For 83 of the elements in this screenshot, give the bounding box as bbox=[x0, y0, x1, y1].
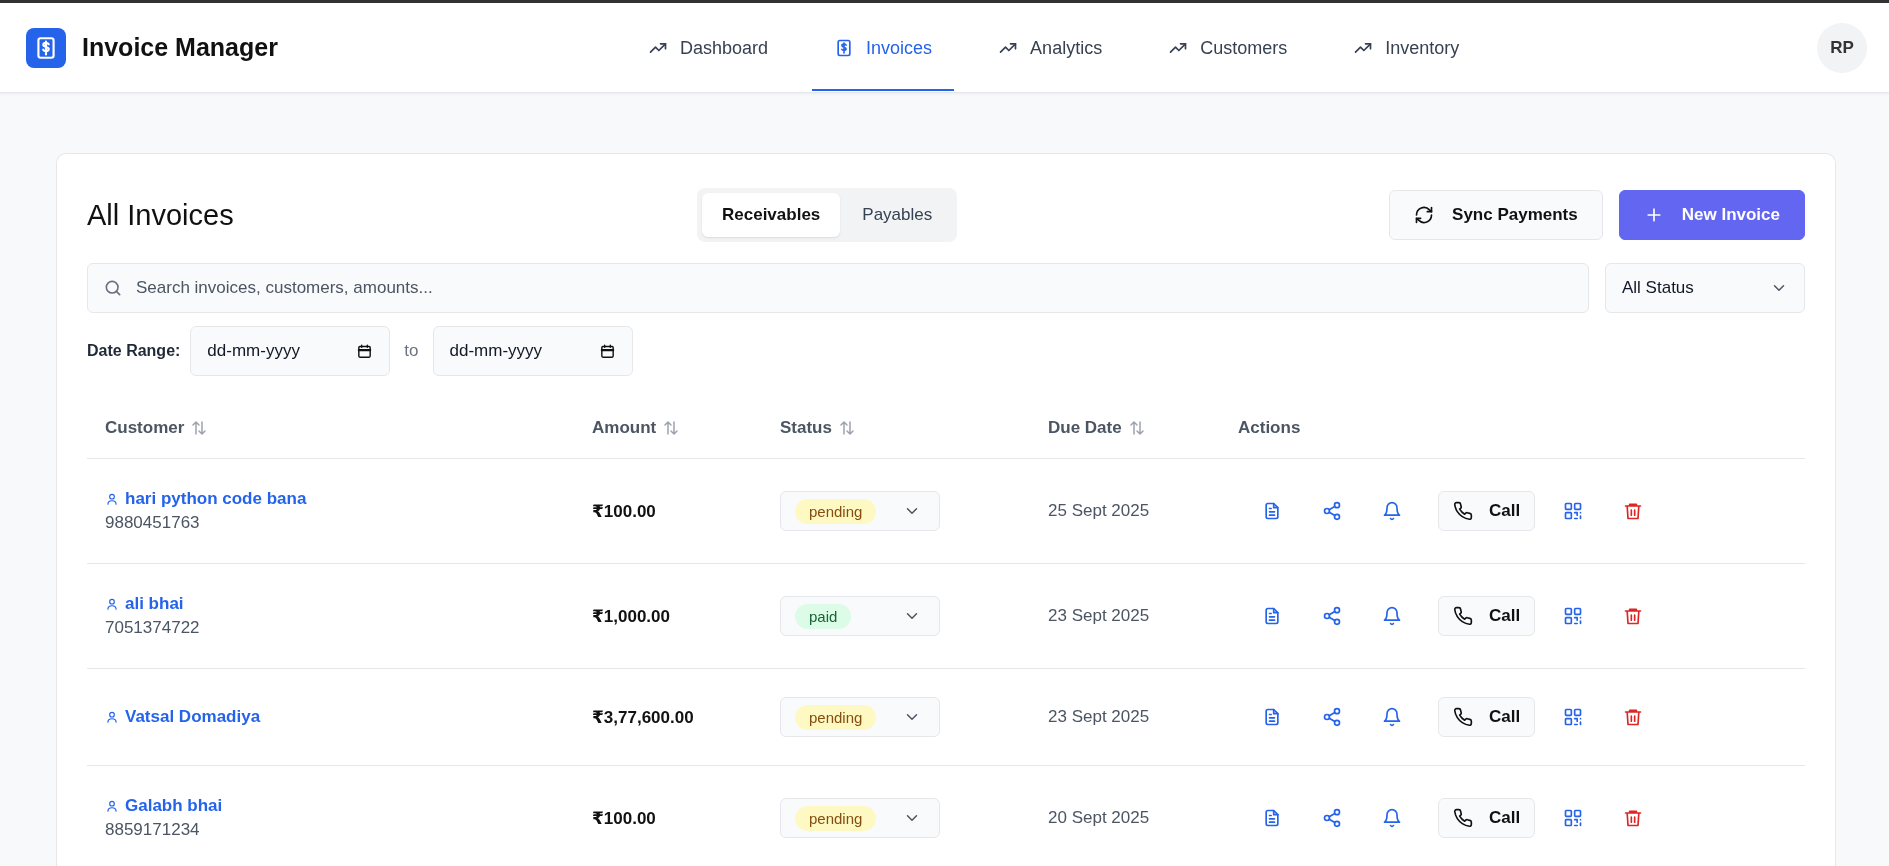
qr-code-icon[interactable] bbox=[1563, 707, 1584, 727]
document-icon[interactable] bbox=[1262, 606, 1282, 626]
call-button[interactable]: Call bbox=[1438, 798, 1536, 838]
search-field[interactable]: Search invoices, customers, amounts... bbox=[87, 263, 1589, 313]
due-date: 20 Sept 2025 bbox=[1048, 808, 1150, 827]
amount: ₹1,000.00 bbox=[592, 606, 670, 626]
due-date: 25 Sept 2025 bbox=[1048, 501, 1150, 520]
amount: ₹3,77,600.00 bbox=[592, 707, 694, 727]
column-header: Customer bbox=[105, 418, 185, 438]
status-badge: pending bbox=[795, 498, 877, 524]
qr-code-icon[interactable] bbox=[1563, 606, 1584, 626]
user-icon bbox=[105, 597, 119, 611]
call-button[interactable]: Call bbox=[1438, 697, 1536, 737]
sync-payments-button[interactable]: Sync Payments bbox=[1389, 190, 1603, 240]
column-header: Status bbox=[780, 418, 832, 438]
customer-link[interactable]: Galabh bhai bbox=[105, 794, 223, 818]
new-invoice-button[interactable]: New Invoice bbox=[1618, 190, 1805, 240]
share-icon[interactable] bbox=[1322, 501, 1342, 521]
user-icon bbox=[105, 492, 119, 506]
app-title: Invoice Manager bbox=[82, 33, 278, 62]
share-icon[interactable] bbox=[1322, 606, 1342, 626]
logo-icon bbox=[26, 27, 66, 68]
bell-icon[interactable] bbox=[1382, 606, 1402, 626]
user-icon bbox=[105, 799, 119, 813]
customer-link[interactable]: Vatsal Domadiya bbox=[105, 705, 261, 729]
amount: ₹100.00 bbox=[592, 808, 656, 828]
date-field[interactable]: dd-mm-yyyy bbox=[190, 326, 391, 376]
phone-icon bbox=[1453, 707, 1473, 727]
status-badge: pending bbox=[795, 704, 877, 730]
status-dropdown[interactable]: pending bbox=[780, 697, 940, 737]
column-header: Actions bbox=[1238, 418, 1301, 438]
trash-icon[interactable] bbox=[1623, 707, 1644, 727]
bell-icon[interactable] bbox=[1382, 501, 1402, 521]
amount: ₹100.00 bbox=[592, 501, 656, 521]
user-icon bbox=[105, 710, 119, 724]
date-separator: to bbox=[403, 341, 420, 361]
phone-icon bbox=[1453, 501, 1473, 521]
page-title: All Invoices bbox=[87, 198, 235, 232]
document-icon[interactable] bbox=[1262, 501, 1282, 521]
status-filter-dropdown[interactable]: All Status bbox=[1605, 263, 1805, 313]
phone-number: 9880451763 bbox=[105, 512, 201, 534]
document-icon[interactable] bbox=[1262, 808, 1282, 828]
calendar-icon bbox=[356, 342, 374, 360]
nav-tab[interactable]: Dashboard bbox=[626, 7, 791, 91]
document-icon[interactable] bbox=[1262, 707, 1282, 727]
qr-code-icon[interactable] bbox=[1563, 808, 1584, 828]
nav-tab[interactable]: Inventory bbox=[1331, 7, 1482, 91]
status-badge: paid bbox=[795, 603, 852, 629]
call-button[interactable]: Call bbox=[1438, 491, 1536, 531]
nav-tab[interactable]: Customers bbox=[1146, 7, 1310, 91]
qr-code-icon[interactable] bbox=[1563, 501, 1584, 521]
trash-icon[interactable] bbox=[1623, 606, 1644, 626]
column-header: Amount bbox=[592, 418, 657, 438]
nav-tab[interactable]: Invoices bbox=[812, 7, 955, 91]
refresh-icon bbox=[1414, 205, 1435, 225]
share-icon[interactable] bbox=[1322, 707, 1342, 727]
date-field[interactable]: dd-mm-yyyy bbox=[432, 326, 633, 376]
search-icon bbox=[103, 278, 123, 298]
due-date: 23 Sept 2025 bbox=[1048, 707, 1150, 726]
segment-tab[interactable]: Receivables bbox=[702, 193, 841, 237]
calendar-icon bbox=[598, 342, 616, 360]
bell-icon[interactable] bbox=[1382, 808, 1402, 828]
bell-icon[interactable] bbox=[1382, 707, 1402, 727]
status-dropdown[interactable]: paid bbox=[780, 596, 940, 636]
share-icon[interactable] bbox=[1322, 808, 1342, 828]
nav-tab[interactable]: Analytics bbox=[976, 7, 1125, 91]
customer-link[interactable]: ali bhai bbox=[105, 592, 184, 616]
column-header: Due Date bbox=[1048, 418, 1122, 438]
avatar[interactable]: RP bbox=[1817, 22, 1867, 73]
call-button[interactable]: Call bbox=[1438, 596, 1536, 636]
status-badge: pending bbox=[795, 805, 877, 831]
customer-link[interactable]: hari python code bana bbox=[105, 487, 307, 511]
status-dropdown[interactable]: pending bbox=[780, 798, 940, 838]
phone-icon bbox=[1453, 808, 1473, 828]
due-date: 23 Sept 2025 bbox=[1048, 606, 1150, 625]
segment-tab[interactable]: Payables bbox=[842, 193, 953, 237]
status-dropdown[interactable]: pending bbox=[780, 491, 940, 531]
phone-icon bbox=[1453, 606, 1473, 626]
phone-number: 8859171234 bbox=[105, 819, 201, 841]
trash-icon[interactable] bbox=[1623, 501, 1644, 521]
date-range-label: Date Range: bbox=[87, 342, 181, 360]
phone-number: 7051374722 bbox=[105, 617, 201, 639]
trash-icon[interactable] bbox=[1623, 808, 1644, 828]
